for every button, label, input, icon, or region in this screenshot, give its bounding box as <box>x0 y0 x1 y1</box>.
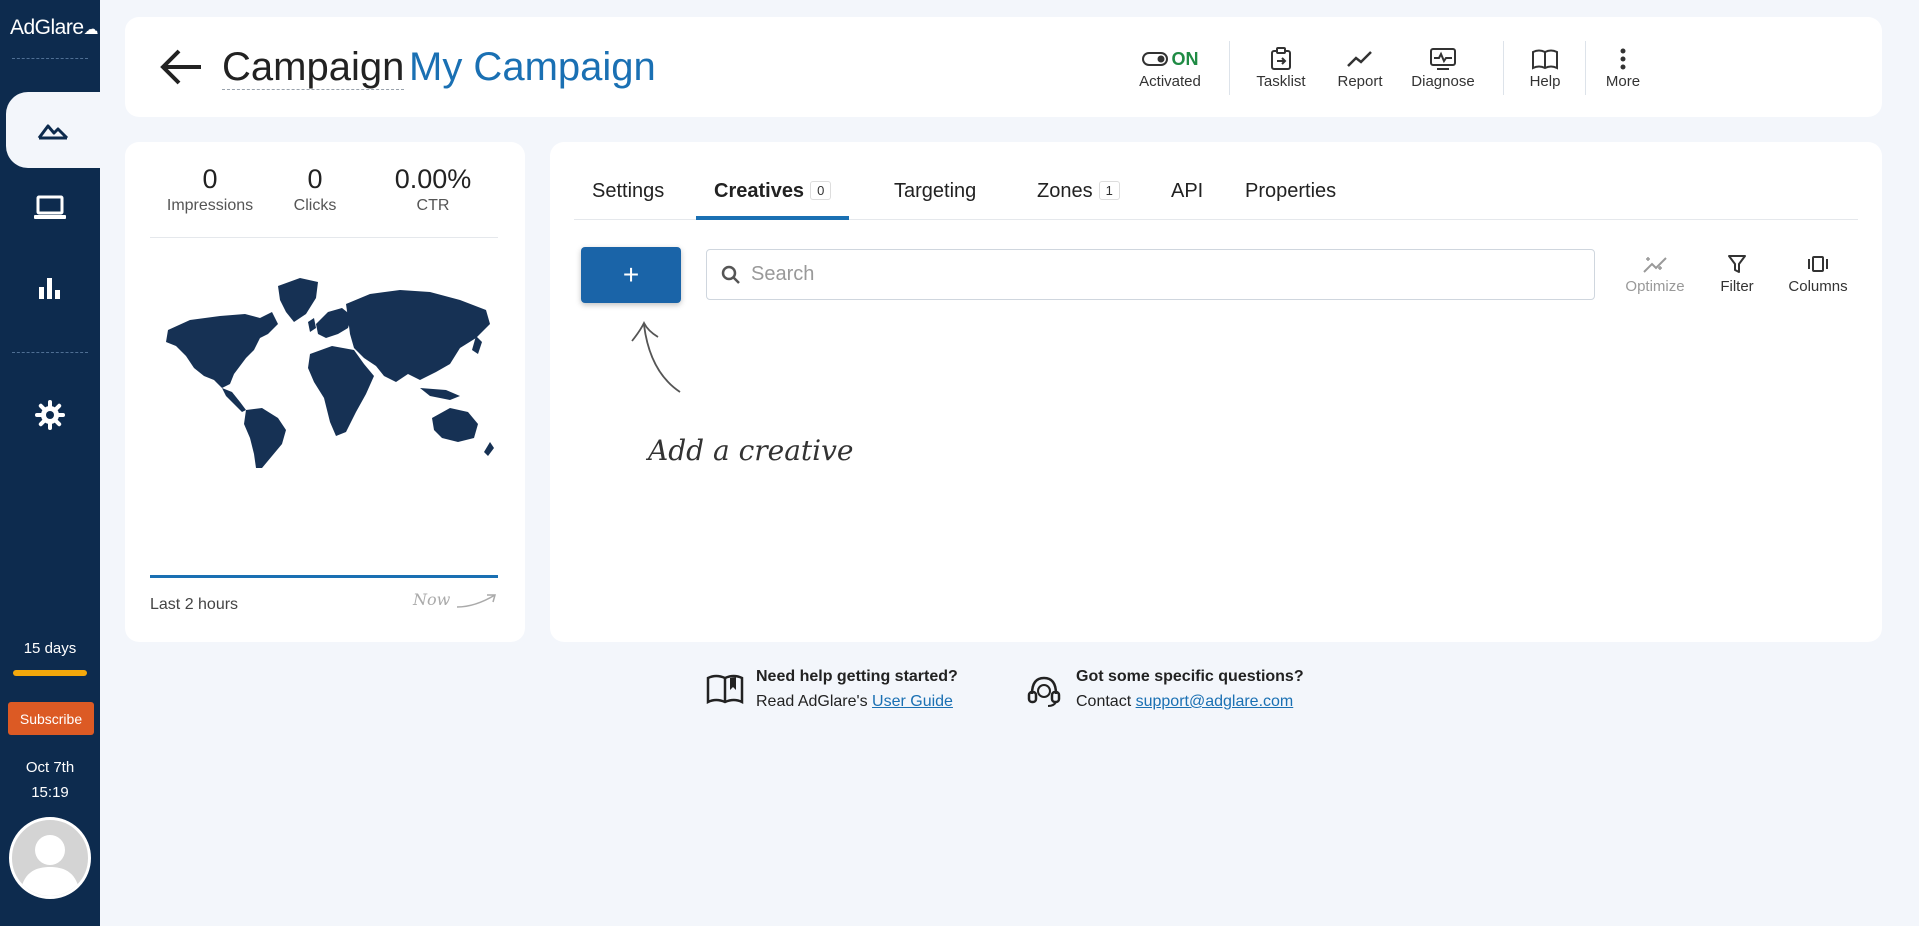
impressions-label: Impressions <box>166 197 254 214</box>
zones-count-badge: 1 <box>1098 181 1120 200</box>
world-map <box>166 278 494 468</box>
ctr-value: 0.00% <box>394 164 472 194</box>
time-range-label: Last 2 hours <box>150 596 239 613</box>
hand-drawn-arrow-icon <box>631 320 681 393</box>
header-divider <box>1503 41 1504 95</box>
help-support-text: Contact support@adglare.com <box>1076 693 1294 710</box>
more-label: More <box>1605 73 1641 90</box>
back-button[interactable] <box>157 47 203 92</box>
funnel-icon <box>1728 255 1746 273</box>
sidebar-divider <box>12 352 88 353</box>
toggle-icon <box>1141 52 1168 66</box>
bar-chart-icon <box>39 278 60 299</box>
arrow-left-icon <box>160 49 201 85</box>
adglare-logo[interactable]: AdGlare☁ <box>10 16 99 40</box>
book-icon <box>1532 49 1558 70</box>
now-label: Now <box>413 590 499 611</box>
main-panel: Settings Creatives 0 Targeting Zones 1 API… <box>550 142 1882 642</box>
impressions-value: 0 <box>202 164 218 194</box>
help-label: Help <box>1529 73 1561 90</box>
clicks-label: Clicks <box>293 197 337 214</box>
campaign-name: My Campaign <box>409 45 656 89</box>
open-book-icon <box>706 674 744 705</box>
gear-icon <box>35 400 65 430</box>
headset-icon <box>1027 676 1061 707</box>
stat-ctr: 0.00% CTR <box>383 164 483 215</box>
stat-impressions: 0 Impressions <box>160 164 260 215</box>
clipboard-icon <box>1271 47 1291 70</box>
help-support-title: Got some specific questions? <box>1076 668 1304 685</box>
time-range-bar <box>150 575 498 578</box>
tab-properties[interactable]: Properties <box>1245 172 1336 220</box>
tab-targeting[interactable]: Targeting <box>894 172 976 220</box>
diagnose-button[interactable]: Diagnose <box>1403 45 1483 90</box>
tasklist-label: Tasklist <box>1256 73 1306 90</box>
cloud-icon: ☁ <box>83 21 99 38</box>
columns-label: Columns <box>1788 278 1848 295</box>
support-email-link[interactable]: support@adglare.com <box>1136 693 1294 710</box>
line-chart-icon <box>1347 51 1372 67</box>
nav-campaigns[interactable] <box>6 92 100 168</box>
activation-toggle[interactable]: ON Activated <box>1130 45 1210 91</box>
sidebar: AdGlare☁ 15 days Subscribe Oct 7th 15:19 <box>0 0 100 926</box>
help-guide-title: Need help getting started? <box>756 668 958 685</box>
header-divider <box>1229 41 1230 95</box>
nav-settings[interactable] <box>0 377 100 453</box>
more-button[interactable]: More <box>1598 45 1648 90</box>
search-box <box>706 249 1595 300</box>
creatives-count-badge: 0 <box>810 181 832 200</box>
trial-progress-bar <box>13 670 87 676</box>
tab-settings[interactable]: Settings <box>592 172 664 220</box>
optimize-button[interactable]: Optimize <box>1615 250 1695 295</box>
clock-time: 15:19 <box>31 784 69 801</box>
add-creative-hint: Add a creative <box>648 434 854 467</box>
page-header: Campaign My Campaign ON Activated Taskli… <box>125 17 1882 117</box>
add-creative-button[interactable]: + <box>581 247 681 303</box>
mountain-icon <box>37 124 69 140</box>
help-button[interactable]: Help <box>1517 45 1573 90</box>
stats-divider <box>150 237 498 238</box>
arrow-up-right-icon <box>457 593 497 608</box>
status-on: ON <box>1171 48 1199 69</box>
stat-clicks: 0 Clicks <box>275 164 355 215</box>
laptop-icon <box>34 195 66 219</box>
tab-api[interactable]: API <box>1171 172 1203 220</box>
filter-label: Filter <box>1720 278 1754 295</box>
search-input[interactable] <box>751 263 1551 286</box>
optimize-label: Optimize <box>1625 278 1685 295</box>
user-silhouette-icon <box>20 835 80 896</box>
monitor-pulse-icon <box>1430 48 1456 70</box>
filter-button[interactable]: Filter <box>1707 250 1767 295</box>
nav-publishers[interactable] <box>0 170 100 246</box>
user-guide-link[interactable]: User Guide <box>872 693 953 710</box>
magic-wand-icon <box>1643 257 1667 273</box>
report-label: Report <box>1337 73 1383 90</box>
tasklist-button[interactable]: Tasklist <box>1245 45 1317 90</box>
status-label: Activated <box>1139 73 1201 90</box>
columns-icon <box>1808 256 1828 272</box>
report-button[interactable]: Report <box>1327 45 1393 90</box>
stats-card: 0 Impressions 0 Clicks 0.00% CTR Last 2 … <box>125 142 525 642</box>
tab-zones[interactable]: Zones 1 <box>1037 172 1120 220</box>
help-guide-text: Read AdGlare's User Guide <box>756 693 953 710</box>
ctr-label: CTR <box>416 197 450 214</box>
tab-creatives[interactable]: Creatives 0 <box>696 172 850 220</box>
clicks-value: 0 <box>307 164 323 194</box>
diagnose-label: Diagnose <box>1411 73 1475 90</box>
columns-button[interactable]: Columns <box>1778 250 1858 295</box>
dots-vertical-icon <box>1620 48 1626 70</box>
header-divider <box>1585 41 1586 95</box>
search-icon <box>721 265 740 284</box>
subscribe-button[interactable]: Subscribe <box>8 702 94 735</box>
clock: Oct 7th 15:19 <box>0 755 100 805</box>
nav-reports[interactable] <box>0 250 100 326</box>
avatar[interactable] <box>9 817 91 899</box>
trial-days: 15 days <box>23 640 77 657</box>
sidebar-divider <box>12 58 88 59</box>
clock-date: Oct 7th <box>25 759 75 776</box>
page-title-label[interactable]: Campaign <box>222 45 405 90</box>
tab-bar: Settings Creatives 0 Targeting Zones 1 API… <box>574 172 1858 220</box>
